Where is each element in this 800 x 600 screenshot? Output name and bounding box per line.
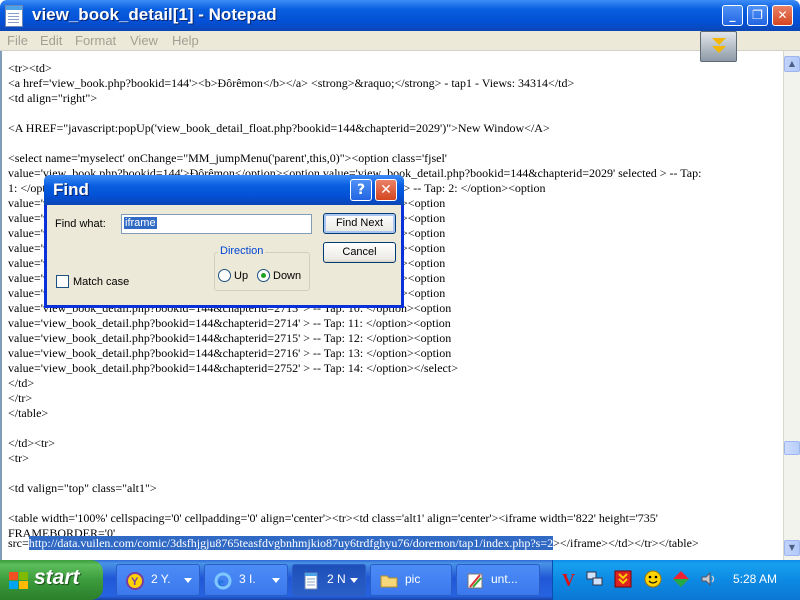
editor-line[interactable]: <tr><td> bbox=[8, 61, 52, 76]
editor-line[interactable]: </tr> bbox=[8, 391, 32, 406]
editor-line[interactable]: <a href='view_book.php?bookid=144'><b>Ðô… bbox=[8, 76, 574, 91]
editor-line[interactable]: <tr> bbox=[8, 451, 29, 466]
menu-view[interactable]: View bbox=[130, 33, 158, 48]
minimize-button[interactable]: _ bbox=[722, 5, 743, 26]
direction-down-radio[interactable] bbox=[257, 269, 270, 282]
editor-line[interactable]: </td> bbox=[8, 376, 34, 391]
find-close-button[interactable]: ✕ bbox=[375, 179, 397, 201]
line-suffix: ></iframe></td></tr></table> bbox=[553, 536, 699, 550]
menu-bar: File Edit Format View Help bbox=[0, 31, 800, 51]
minimize-icon: _ bbox=[729, 8, 736, 22]
paint-icon bbox=[467, 573, 483, 589]
v-icon[interactable]: V bbox=[559, 569, 579, 589]
diamond-icon[interactable] bbox=[671, 569, 691, 589]
download-icon[interactable] bbox=[613, 569, 633, 589]
menu-format[interactable]: Format bbox=[75, 33, 116, 48]
scroll-down-icon[interactable]: ▼ bbox=[784, 540, 800, 556]
cancel-button[interactable]: Cancel bbox=[323, 242, 396, 263]
find-what-input[interactable]: iframe bbox=[121, 214, 312, 234]
svg-text:V: V bbox=[562, 570, 575, 589]
selected-text[interactable]: http://data.vuilen.com/comic/3dsfhjgju87… bbox=[28, 536, 554, 550]
match-case-label: Match case bbox=[73, 276, 130, 288]
find-dialog-title: Find bbox=[53, 180, 89, 199]
editor-line[interactable]: <table width='100%' cellspacing='0' cell… bbox=[8, 511, 658, 526]
editor-line[interactable]: <A HREF="javascript:popUp('view_book_det… bbox=[8, 121, 550, 136]
start-label: start bbox=[34, 566, 80, 589]
taskbar-paint[interactable]: unt... bbox=[456, 564, 540, 596]
clock: 5:28 AM bbox=[733, 572, 778, 586]
close-icon: ✕ bbox=[777, 8, 788, 22]
editor-line[interactable]: value='view_book_detail.php?bookid=144&c… bbox=[8, 346, 451, 361]
maximize-icon: ❐ bbox=[752, 8, 763, 22]
svg-text:Y: Y bbox=[131, 576, 139, 588]
close-icon: ✕ bbox=[380, 182, 392, 198]
windows-logo-icon bbox=[9, 572, 28, 589]
maximize-button[interactable]: ❐ bbox=[747, 5, 768, 26]
editor-line[interactable]: value='view_book_detail.php?bookid=144&c… bbox=[8, 331, 451, 346]
taskbar-yahoo[interactable]: Y 2 Y. bbox=[116, 564, 200, 596]
speaker-icon[interactable] bbox=[699, 569, 719, 589]
network-icon[interactable] bbox=[585, 569, 605, 589]
editor-line[interactable]: <td valign="top" class="alt1"> bbox=[8, 481, 157, 496]
system-tray: V 5:28 AM bbox=[552, 560, 800, 600]
taskbar-yahoo-label: 2 Y. bbox=[151, 572, 171, 586]
title-bar[interactable]: view_book_detail[1] - Notepad _ ❐ ✕ bbox=[0, 0, 800, 31]
line-prefix: src= bbox=[8, 536, 29, 550]
editor-line-selected[interactable]: src=http://data.vuilen.com/comic/3dsfhjg… bbox=[8, 536, 699, 551]
menu-file[interactable]: File bbox=[7, 33, 28, 48]
find-what-value: iframe bbox=[124, 217, 157, 229]
start-button[interactable]: start bbox=[0, 560, 103, 600]
menu-edit[interactable]: Edit bbox=[40, 33, 62, 48]
chevron-down-icon bbox=[350, 578, 358, 583]
match-case-checkbox[interactable] bbox=[56, 275, 69, 288]
menu-help[interactable]: Help bbox=[172, 33, 199, 48]
find-what-label: Find what: bbox=[55, 218, 106, 230]
find-dialog: Find ? ✕ Find what: iframe Find Next Can… bbox=[44, 175, 404, 308]
notepad-icon bbox=[304, 572, 318, 590]
window-title: view_book_detail[1] - Notepad bbox=[32, 5, 277, 24]
find-dialog-title-bar[interactable]: Find ? ✕ bbox=[44, 175, 404, 205]
taskbar-paint-label: unt... bbox=[491, 572, 518, 586]
chevron-down-icon bbox=[184, 578, 192, 583]
direction-up-radio[interactable] bbox=[218, 269, 231, 282]
direction-down-label: Down bbox=[273, 270, 302, 282]
editor-line[interactable]: </td><tr> bbox=[8, 436, 55, 451]
taskbar-ie[interactable]: e 3 I. bbox=[204, 564, 288, 596]
taskbar-folder[interactable]: pic bbox=[370, 564, 452, 596]
vertical-scrollbar[interactable]: ▲ ▼ bbox=[783, 51, 800, 560]
editor-line[interactable]: value='view_book_detail.php?bookid=144&c… bbox=[8, 361, 458, 376]
find-next-button[interactable]: Find Next bbox=[323, 213, 396, 234]
taskbar-folder-label: pic bbox=[405, 572, 421, 586]
scroll-up-icon[interactable]: ▲ bbox=[784, 56, 800, 72]
internet-explorer-icon: e bbox=[214, 572, 232, 590]
editor-line[interactable]: <select name='myselect' onChange="MM_jum… bbox=[8, 151, 447, 166]
taskbar-notepad[interactable]: 2 N bbox=[292, 564, 366, 596]
svg-text:e: e bbox=[218, 574, 224, 589]
editor-line[interactable]: value='view_book_detail.php?bookid=144&c… bbox=[8, 316, 451, 331]
folder-icon bbox=[380, 575, 398, 588]
direction-label: Direction bbox=[218, 245, 266, 257]
direction-up-label: Up bbox=[234, 270, 249, 282]
chevron-down-icon bbox=[272, 578, 280, 583]
close-button[interactable]: ✕ bbox=[772, 5, 793, 26]
editor-line[interactable]: <td align="right"> bbox=[8, 91, 97, 106]
editor-line[interactable]: </table> bbox=[8, 406, 48, 421]
taskbar: start Y 2 Y. e 3 I. 2 N pic unt... V 5:2… bbox=[0, 560, 800, 600]
taskbar-notepad-label: 2 N bbox=[327, 572, 346, 586]
notepad-icon[interactable] bbox=[5, 5, 23, 27]
help-icon: ? bbox=[356, 182, 366, 198]
taskbar-ie-label: 3 I. bbox=[239, 572, 256, 586]
smiley-icon[interactable] bbox=[643, 569, 663, 589]
help-button[interactable]: ? bbox=[350, 179, 372, 201]
chevron-down-icon[interactable] bbox=[700, 31, 737, 62]
scroll-thumb[interactable] bbox=[784, 441, 800, 455]
yahoo-messenger-icon: Y bbox=[126, 572, 144, 590]
